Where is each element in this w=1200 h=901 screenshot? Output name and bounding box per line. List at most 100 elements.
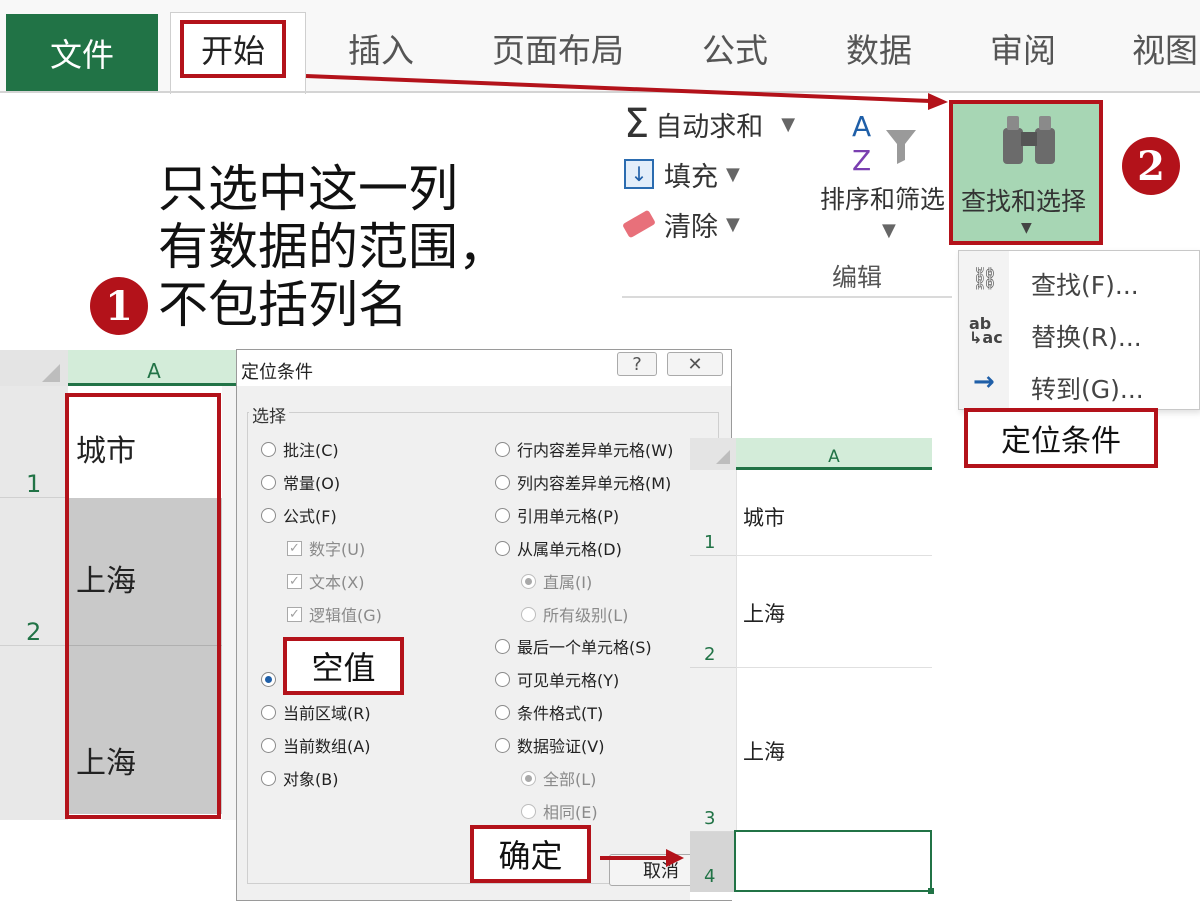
option-validation-all[interactable]: 全部(L) <box>521 767 596 789</box>
menu-item-replace[interactable]: ab ↳ac 替换(R)... <box>959 313 1199 353</box>
option-label: 引用单元格(P) <box>517 507 620 526</box>
select-all-corner[interactable] <box>0 350 68 386</box>
option-formulas[interactable]: 公式(F) <box>261 504 337 526</box>
fill-handle[interactable] <box>928 888 934 894</box>
option-data-validation[interactable]: 数据验证(V) <box>495 734 604 756</box>
tab-data[interactable]: 数据 <box>846 24 912 72</box>
radio <box>495 540 510 556</box>
selection-highlight <box>65 393 221 819</box>
option-all-levels[interactable]: 所有级别(L) <box>521 603 628 625</box>
option-label: 常量(O) <box>283 474 341 493</box>
option-dependents[interactable]: 从属单元格(D) <box>495 537 622 559</box>
option-blanks[interactable] <box>261 668 283 690</box>
option-column-differences[interactable]: 列内容差异单元格(M) <box>495 471 671 493</box>
dialog-title: 定位条件 <box>241 362 313 383</box>
option-numbers[interactable]: ✓ 数字(U) <box>287 537 365 559</box>
instruction-line-1: 只选中这一列 <box>158 160 458 218</box>
row-header-1[interactable]: 1 <box>690 470 736 556</box>
column-header-a[interactable]: A <box>68 350 240 386</box>
sigma-icon: Σ <box>624 101 650 147</box>
row-header-3[interactable]: 3 <box>690 668 736 832</box>
corner-triangle-icon <box>716 450 730 464</box>
option-direct-only[interactable]: 直属(I) <box>521 570 592 592</box>
option-constants[interactable]: 常量(O) <box>261 471 340 493</box>
close-button[interactable]: ✕ <box>667 352 723 376</box>
eraser-icon <box>622 209 656 239</box>
tab-home[interactable]: 开始 <box>180 20 286 78</box>
selection-group-label: 选择 <box>249 402 289 427</box>
row-header-2[interactable]: 2 <box>690 556 736 668</box>
binoculars-icon: ⛓ <box>971 267 999 292</box>
find-select-menu: ⛓ 查找(F)... ab ↳ac 替换(R)... → 转到(G)... <box>958 250 1200 410</box>
option-comments[interactable]: 批注(C) <box>261 438 339 460</box>
option-label: 列内容差异单元格(M) <box>517 474 672 493</box>
instruction-text: 只选中这一列 有数据的范围， 不包括列名 <box>158 160 508 334</box>
cell-a2[interactable]: 上海 <box>736 556 932 668</box>
fill-button[interactable]: ↓ 填充 ▼ <box>624 154 740 194</box>
option-label: 公式(F) <box>283 507 337 526</box>
option-label: 批注(C) <box>283 441 339 460</box>
option-conditional-formats[interactable]: 条件格式(T) <box>495 701 603 723</box>
cell-a4-active[interactable] <box>734 830 934 894</box>
chevron-down-icon: ▼ <box>726 163 740 185</box>
option-current-region[interactable]: 当前区域(R) <box>261 701 371 723</box>
option-label: 最后一个单元格(S) <box>517 638 652 657</box>
tab-file[interactable]: 文件 <box>6 14 158 92</box>
tab-view[interactable]: 视图 <box>1132 24 1198 72</box>
autosum-button[interactable]: Σ 自动求和 ▼ <box>624 104 795 144</box>
option-validation-same[interactable]: 相同(E) <box>521 800 598 822</box>
checkmark-icon: ✓ <box>287 540 302 556</box>
option-logicals[interactable]: ✓ 逻辑值(G) <box>287 603 382 625</box>
radio-selected <box>521 573 536 589</box>
menu-item-goto[interactable]: → 转到(G)... <box>959 365 1199 405</box>
select-all-corner[interactable] <box>690 438 736 470</box>
row-number: 1 <box>704 532 716 553</box>
radio <box>261 441 276 457</box>
option-current-array[interactable]: 当前数组(A) <box>261 734 370 756</box>
corner-triangle-icon <box>42 364 60 382</box>
row-header-1[interactable]: 1 <box>0 386 68 498</box>
tab-formulas[interactable]: 公式 <box>702 24 768 72</box>
cell-text: 上海 <box>743 740 785 764</box>
svg-text:Z: Z <box>852 144 871 174</box>
ok-button[interactable]: 确定 <box>470 825 591 883</box>
radio-selected <box>521 770 536 786</box>
option-row-differences[interactable]: 行内容差异单元格(W) <box>495 438 673 460</box>
option-visible-cells[interactable]: 可见单元格(Y) <box>495 668 619 690</box>
option-last-cell[interactable]: 最后一个单元格(S) <box>495 635 652 657</box>
menu-item-find[interactable]: ⛓ 查找(F)... <box>959 261 1199 301</box>
goto-special-dialog: 定位条件 ? ✕ 选择 批注(C) 常量(O) 公式(F) ✓ 数字(U) ✓ 文本… <box>236 349 732 901</box>
row-header-2[interactable]: 2 <box>0 498 68 646</box>
option-precedents[interactable]: 引用单元格(P) <box>495 504 619 526</box>
row-header-4[interactable]: 4 <box>690 832 736 892</box>
tab-insert[interactable]: 插入 <box>348 24 414 72</box>
chevron-down-icon: ▼ <box>781 113 796 135</box>
find-select-button[interactable]: 查找和选择 ▼ <box>949 100 1103 245</box>
tab-review[interactable]: 审阅 <box>990 24 1056 72</box>
option-label: 当前数组(A) <box>283 737 371 756</box>
option-label: 数字(U) <box>309 540 366 559</box>
sort-filter-label: 排序和筛选 <box>820 185 946 214</box>
cell-a1[interactable]: 城市 <box>736 470 932 556</box>
option-objects[interactable]: 对象(B) <box>261 767 338 789</box>
radio <box>495 737 510 753</box>
checkmark-icon: ✓ <box>287 606 302 622</box>
left-sheet: A 1 2 城市 上海 上海 <box>0 350 240 820</box>
column-header-a[interactable]: A <box>736 438 932 470</box>
menu-item-goto-special[interactable]: 定位条件 <box>964 408 1158 468</box>
checkmark-icon: ✓ <box>287 573 302 589</box>
row-number: 4 <box>704 866 716 887</box>
ribbon-bottom-divider <box>622 296 952 298</box>
option-label: 可见单元格(Y) <box>517 671 620 690</box>
option-label: 所有级别(L) <box>543 606 629 625</box>
cell-a3[interactable]: 上海 <box>736 668 932 832</box>
help-button[interactable]: ? <box>617 352 657 376</box>
row-number: 2 <box>704 644 716 665</box>
blanks-option-callout[interactable]: 空值 <box>283 637 404 695</box>
row-header-3[interactable] <box>0 646 68 820</box>
sort-filter-button[interactable]: A Z 排序和筛选 ▼ <box>820 106 950 242</box>
cell-text: 城市 <box>743 506 785 530</box>
tab-page-layout[interactable]: 页面布局 <box>492 24 624 72</box>
clear-button[interactable]: 清除 ▼ <box>622 204 740 244</box>
option-text[interactable]: ✓ 文本(X) <box>287 570 364 592</box>
